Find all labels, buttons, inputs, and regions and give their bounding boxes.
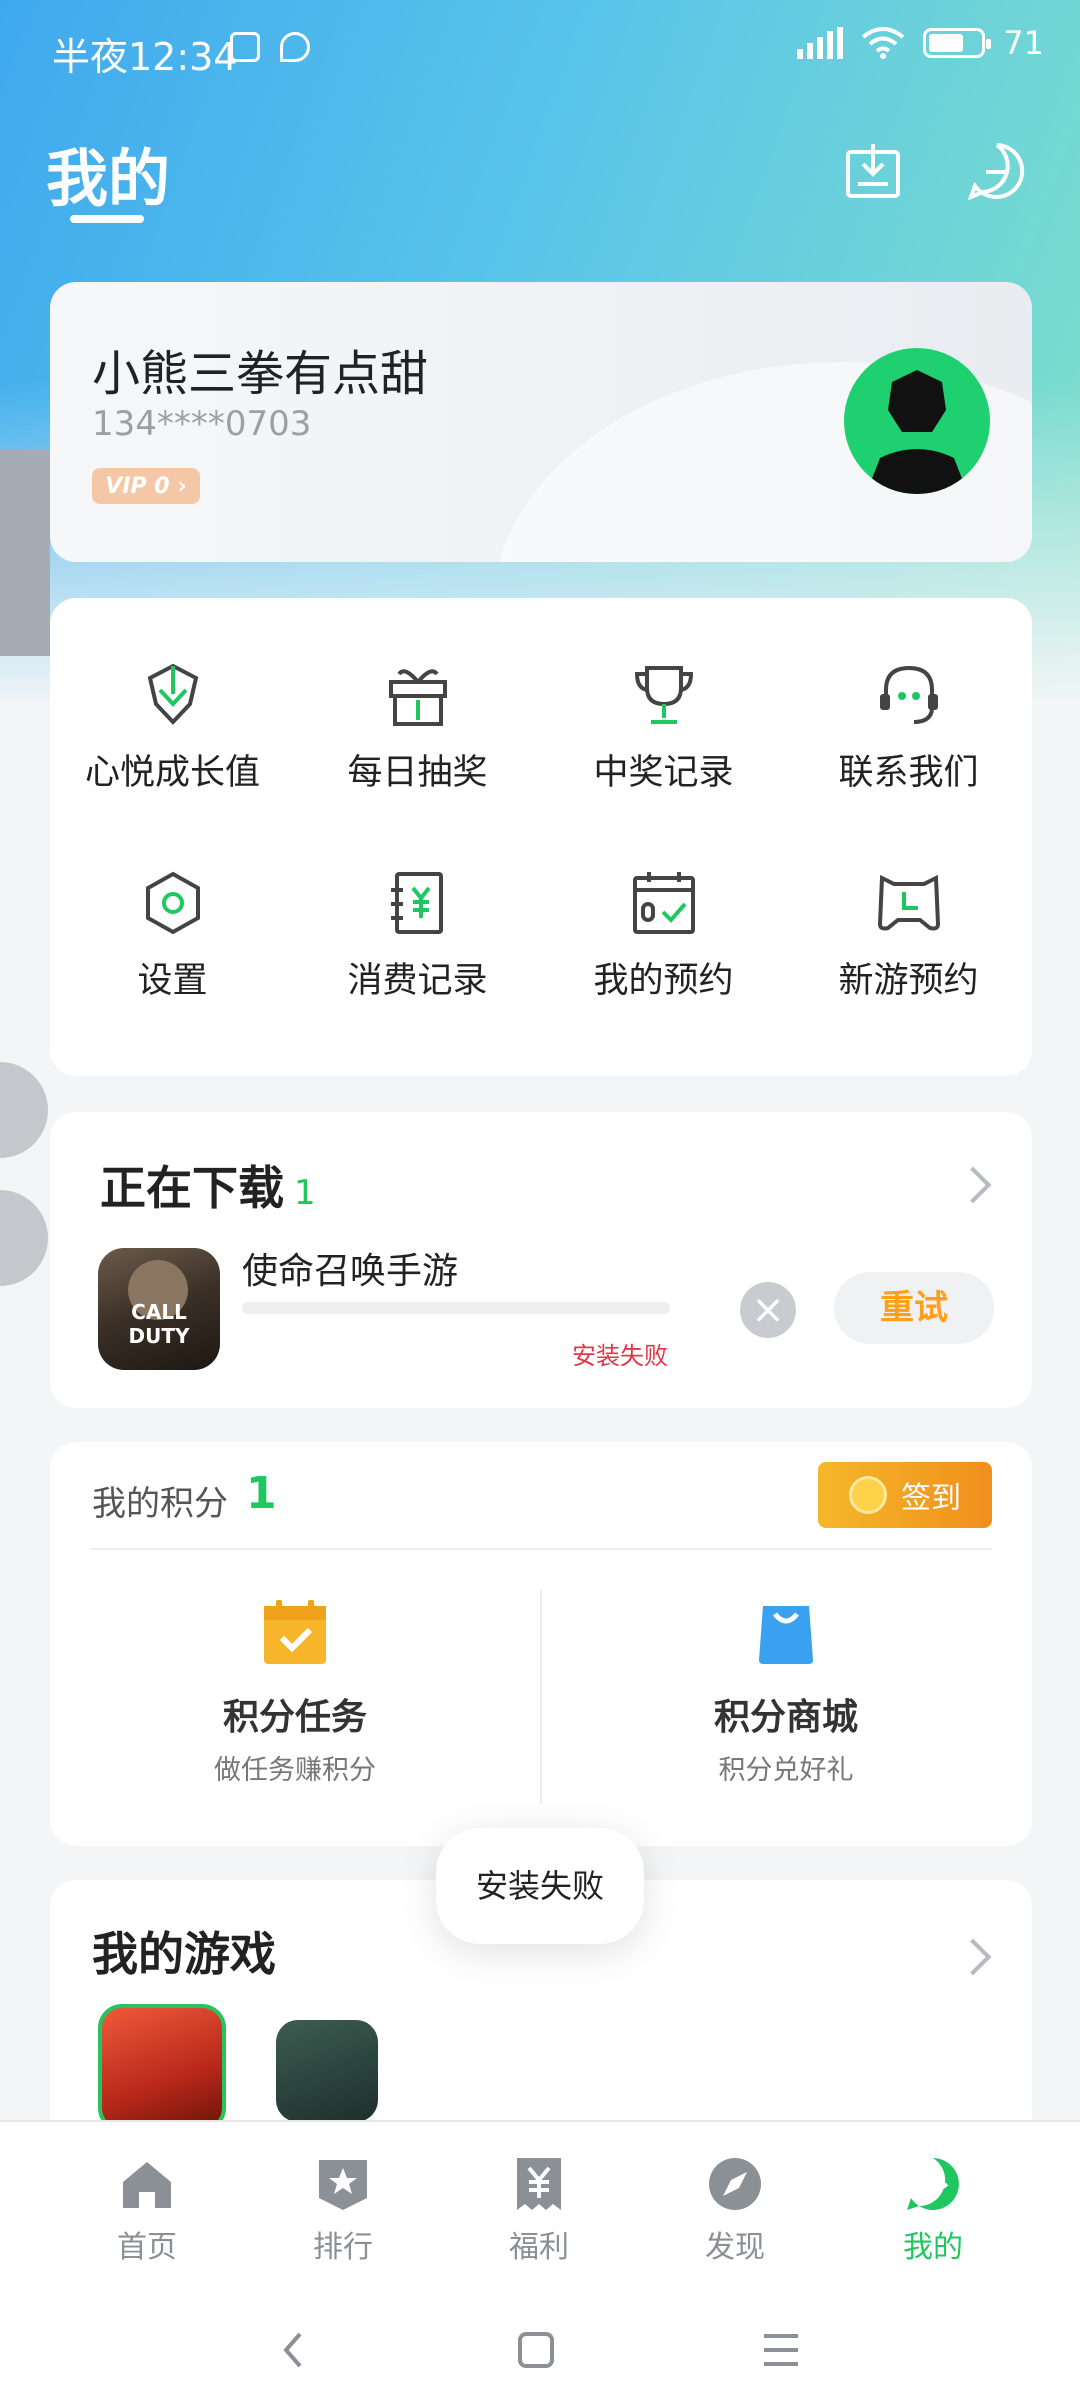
menu-label: 我的预约 [593, 961, 734, 1001]
downloading-title-text: 正在下载 [100, 1161, 284, 1215]
chevron-right-icon: › [177, 473, 187, 499]
profile-card[interactable]: 小熊三拳有点甜 134****0703 VIP 0 › [50, 282, 1032, 562]
my-games-title[interactable]: 我的游戏 [92, 1918, 276, 1984]
points-mall-title: 积分商城 [713, 1697, 858, 1738]
sign-in-button[interactable]: 签到 [818, 1462, 992, 1528]
downloading-card: 正在下载 1 CALL DUTY 使命召唤手游 安装失败 × 重试 [50, 1112, 1032, 1408]
menu-icon[interactable] [760, 2330, 802, 2370]
download-manager-icon[interactable] [842, 140, 904, 202]
menu-label: 每日抽奖 [347, 753, 488, 793]
cancel-download-button[interactable]: × [740, 1282, 796, 1338]
wifi-icon [862, 27, 905, 59]
divider [90, 1548, 992, 1550]
status-bar: 半夜12:34 71 [0, 0, 1080, 100]
chevron-right-icon[interactable] [954, 1166, 992, 1204]
menu-item-reservations[interactable]: 我的预约 [541, 868, 786, 1018]
floating-ball[interactable] [0, 1062, 48, 1158]
title-underline [70, 215, 144, 223]
game-icon[interactable] [98, 2004, 226, 2132]
calendar-icon [632, 872, 695, 934]
game-icon[interactable] [276, 2020, 378, 2122]
receipt-icon [390, 872, 443, 934]
download-status: 安装失败 [572, 1342, 668, 1370]
task-calendar-icon [264, 1600, 326, 1664]
menu-item-prize-record[interactable]: 中奖记录 [541, 660, 786, 810]
shopping-bag-icon [759, 1606, 813, 1664]
points-label: 我的积分 [92, 1484, 228, 1524]
trophy-icon [634, 666, 693, 724]
message-icon[interactable] [966, 140, 1028, 202]
download-progress-bar [242, 1302, 670, 1314]
points-mall-subtitle: 积分兑好礼 [718, 1755, 854, 1786]
tab-label: 我的 [903, 2230, 963, 2265]
menu-item-settings[interactable]: 设置 [50, 868, 295, 1018]
tab-profile[interactable]: 我的 [868, 2156, 998, 2266]
menu-label: 联系我们 [838, 753, 979, 793]
floating-ball[interactable] [0, 1190, 48, 1286]
discover-icon [709, 2158, 761, 2210]
vip-level: VIP 0 [105, 473, 170, 499]
tab-label: 首页 [117, 2230, 177, 2265]
tab-label: 排行 [313, 2230, 373, 2265]
points-tasks-title: 积分任务 [222, 1697, 367, 1738]
points-card: 我的积分 1 签到 积分任务 做任务赚积分 积分商城 积分兑好礼 [50, 1442, 1032, 1846]
downloading-title[interactable]: 正在下载 1 [100, 1152, 316, 1218]
tab-ranking[interactable]: 排行 [278, 2156, 408, 2266]
settings-icon [145, 871, 200, 935]
location-icon [280, 32, 310, 62]
user-phone: 134****0703 [92, 404, 312, 444]
vip-badge[interactable]: VIP 0 › [92, 468, 200, 504]
points-mall[interactable]: 积分商城 积分兑好礼 [616, 1598, 956, 1787]
menu-item-lottery[interactable]: 每日抽奖 [295, 660, 540, 810]
quick-menu-card: 心悦成长值 每日抽奖 中奖记录 联系我们 设置 消费记录 我的预约 新游预约 [50, 598, 1032, 1076]
app-icon-brand: CALL DUTY [128, 1300, 190, 1348]
diamond-icon [147, 663, 198, 725]
back-icon[interactable] [276, 2330, 312, 2370]
profile-icon [907, 2158, 959, 2210]
home-nav-icon[interactable] [516, 2330, 556, 2370]
retry-button[interactable]: 重试 [834, 1272, 994, 1344]
menu-label: 新游预约 [838, 961, 979, 1001]
user-name: 小熊三拳有点甜 [92, 346, 429, 402]
points-tasks-subtitle: 做任务赚积分 [214, 1755, 376, 1786]
menu-item-spending[interactable]: 消费记录 [295, 868, 540, 1018]
page-title: 我的 [46, 142, 171, 215]
points-value: 1 [246, 1468, 277, 1519]
status-time: 半夜12:34 [52, 35, 238, 79]
home-icon [123, 2162, 171, 2208]
battery-level: 71 [1003, 24, 1044, 62]
notification-app-icon [230, 32, 260, 62]
downloading-count: 1 [294, 1173, 316, 1213]
coin-icon [849, 1476, 887, 1514]
signal-icon [797, 27, 844, 59]
avatar[interactable] [844, 348, 990, 494]
tab-label: 发现 [705, 2230, 765, 2265]
menu-item-growth[interactable]: 心悦成长值 [50, 660, 295, 810]
menu-label: 中奖记录 [593, 753, 734, 793]
welfare-icon [517, 2158, 561, 2210]
tab-discover[interactable]: 发现 [670, 2156, 800, 2266]
app-name: 使命召唤手游 [242, 1251, 459, 1292]
menu-label: 心悦成长值 [84, 753, 260, 793]
toast-message: 安装失败 [436, 1828, 644, 1944]
menu-item-contact[interactable]: 联系我们 [786, 660, 1031, 810]
system-nav-bar [0, 2300, 1080, 2400]
chevron-right-icon[interactable] [954, 1938, 992, 1976]
divider-vertical [540, 1590, 542, 1804]
battery-icon [923, 28, 992, 58]
app-icon[interactable]: CALL DUTY [98, 1248, 220, 1370]
sign-in-label: 签到 [901, 1481, 961, 1516]
menu-item-new-game-reserve[interactable]: 新游预约 [786, 868, 1031, 1018]
ranking-icon [319, 2160, 367, 2210]
menu-label: 设置 [137, 961, 208, 1001]
menu-label: 消费记录 [347, 961, 488, 1001]
tab-home[interactable]: 首页 [82, 2156, 212, 2266]
points-tasks[interactable]: 积分任务 做任务赚积分 [125, 1598, 465, 1787]
floating-side-tab[interactable] [0, 450, 50, 656]
tab-welfare[interactable]: 福利 [474, 2156, 604, 2266]
gamepad-icon [877, 874, 940, 931]
tab-label: 福利 [509, 2230, 569, 2265]
gift-icon [388, 669, 447, 726]
headset-icon [879, 665, 938, 724]
